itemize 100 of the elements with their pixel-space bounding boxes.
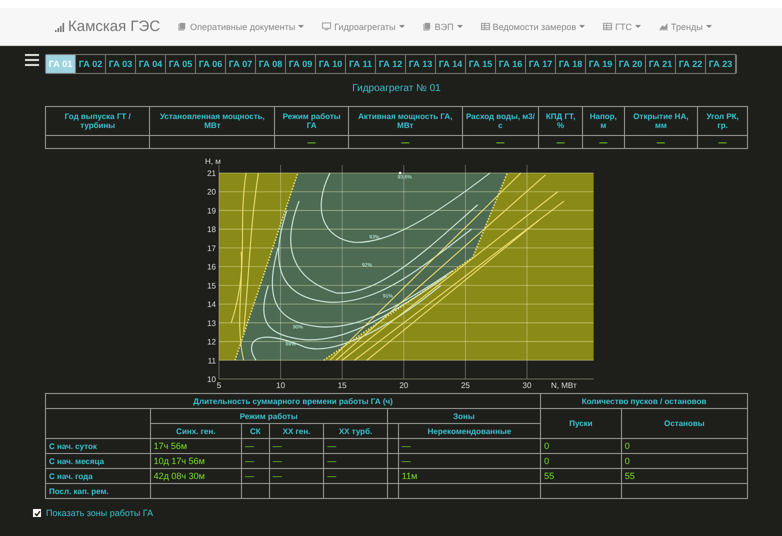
unit-tab[interactable]: ГА 12 xyxy=(376,55,406,73)
column-header: Угол РК, гр. xyxy=(698,106,748,136)
unit-tab[interactable]: ГА 16 xyxy=(496,55,526,73)
table-cell: 0 xyxy=(621,438,748,454)
table-cell: — xyxy=(324,454,388,468)
axis-tick-label: 10 xyxy=(206,375,216,384)
table-cell: — xyxy=(242,468,270,484)
unit-tab[interactable]: ГА 19 xyxy=(586,55,616,73)
monitor-icon xyxy=(322,22,332,31)
caret-icon xyxy=(398,25,405,28)
axis-tick-label: 5 xyxy=(216,381,221,389)
row-label: Посл. кап. рем. xyxy=(46,484,150,498)
column-header: ХХ ген. xyxy=(269,424,324,438)
axis-tick-label: 25 xyxy=(460,381,470,389)
unit-tab[interactable]: ГА 13 xyxy=(406,55,436,73)
axis-tick-label: 21 xyxy=(206,169,216,178)
table-cell: 10д 17ч 56м xyxy=(150,454,242,468)
axis-tick-label: 17 xyxy=(206,244,216,253)
unit-tab[interactable]: ГА 14 xyxy=(436,55,466,73)
unit-tab[interactable]: ГА 20 xyxy=(616,55,646,73)
caret-icon xyxy=(635,25,641,28)
unit-title: Гидроагрегат № 01 xyxy=(351,83,442,94)
unit-tab[interactable]: ГА 17 xyxy=(526,55,556,73)
axis-tick-label: 20 xyxy=(398,381,408,389)
unit-tab[interactable]: ГА 18 xyxy=(556,55,586,73)
table-cell: — xyxy=(269,454,324,468)
table-cell: — xyxy=(269,468,324,484)
axis-tick-label: 14 xyxy=(206,300,216,310)
table-cell: — xyxy=(398,438,541,454)
table-header: Количество пусков / остановов xyxy=(540,394,748,408)
column-header: Пуски xyxy=(540,408,622,438)
table-cell: 0 xyxy=(621,454,748,468)
column-header: Режим работы ГА xyxy=(274,106,348,136)
group-header: Зоны xyxy=(387,408,541,424)
axis-tick-label: 18 xyxy=(206,225,216,234)
axis-tick-label: 16 xyxy=(206,262,216,272)
column-header: Остановы xyxy=(621,408,748,438)
table-cell: — xyxy=(462,136,539,148)
column-header: Расход воды, м3/с xyxy=(462,106,539,136)
brand-link[interactable]: Камская ГЭС xyxy=(55,18,160,35)
menu-icon[interactable] xyxy=(25,54,39,66)
axis-label: H, м xyxy=(204,157,220,166)
group-header: Режим работы xyxy=(150,408,388,424)
table-cell: — xyxy=(324,468,388,484)
unit-tab[interactable]: ГА 03 xyxy=(106,55,136,73)
axis-tick-label: 10 xyxy=(276,381,285,389)
unit-tab[interactable]: ГА 05 xyxy=(166,55,196,73)
column-header: Напор, м xyxy=(582,106,624,136)
table-cell: 0 xyxy=(540,454,622,468)
book-icon xyxy=(422,22,432,31)
axis-tick-label: 15 xyxy=(206,281,216,290)
axis-tick-label: 11 xyxy=(207,356,216,366)
unit-tab[interactable]: ГА 04 xyxy=(136,55,166,73)
caret-icon xyxy=(706,25,712,28)
table-cell: 0 xyxy=(540,438,622,454)
table-cell: — xyxy=(242,438,270,454)
row-label: С нач. суток xyxy=(46,438,150,454)
checkbox[interactable] xyxy=(33,509,41,517)
table-cell: 55 xyxy=(621,468,748,484)
table-cell: — xyxy=(274,136,348,148)
table-icon xyxy=(480,22,490,31)
unit-tab[interactable]: ГА 22 xyxy=(676,55,706,73)
column-header: Год выпуска ГТ / турбины xyxy=(46,106,150,136)
table-cell: — xyxy=(582,136,624,148)
unit-tab[interactable]: ГА 10 xyxy=(316,55,346,73)
column-header: Активная мощность ГА, МВт xyxy=(348,106,462,136)
axis-tick-label: 13 xyxy=(206,318,216,328)
table-cell: — xyxy=(324,438,388,454)
column-header: Открытие НА, мм xyxy=(624,106,698,136)
table-cell: 42д 08ч 30м xyxy=(150,468,242,484)
table-cell: — xyxy=(398,454,541,468)
checkbox-label[interactable]: Показать зоны работы ГА xyxy=(46,508,154,518)
row-label: С нач. месяца xyxy=(46,454,150,468)
unit-tab[interactable]: ГА 02 xyxy=(76,55,106,73)
table-header: Длительность суммарного времени работы ГА (ч) xyxy=(46,394,541,408)
table-cell: — xyxy=(624,136,698,148)
table-cell: 11м xyxy=(398,468,541,484)
unit-tab[interactable]: ГА 15 xyxy=(466,55,496,73)
unit-tab[interactable]: ГА 08 xyxy=(256,55,286,73)
table-cell: — xyxy=(698,136,748,148)
axis-tick-label: 20 xyxy=(206,188,216,197)
caret-icon xyxy=(456,25,463,28)
axis-tick-label: 19 xyxy=(206,206,216,216)
area-chart-icon xyxy=(659,22,668,31)
table-cell: — xyxy=(538,136,583,148)
unit-tab[interactable]: ГА 21 xyxy=(646,55,676,73)
caret-icon xyxy=(579,25,586,28)
axis-tick-label: 15 xyxy=(337,381,346,389)
unit-tab[interactable]: ГА 06 xyxy=(196,55,226,73)
column-header: Установленная мощность, МВт xyxy=(150,106,275,136)
axis-tick-label: 12 xyxy=(206,338,216,347)
unit-tab[interactable]: ГА 07 xyxy=(226,55,256,73)
unit-tab[interactable]: ГА 09 xyxy=(286,55,316,73)
column-header: ХХ турб. xyxy=(324,424,388,438)
axis-label: N, МВт xyxy=(550,381,576,389)
table-cell: — xyxy=(242,454,270,468)
table-cell: 17ч 56м xyxy=(150,438,242,454)
unit-tab[interactable]: ГА 23 xyxy=(706,55,736,73)
table-cell: — xyxy=(269,438,324,454)
row-label: С нач. года xyxy=(46,468,150,484)
